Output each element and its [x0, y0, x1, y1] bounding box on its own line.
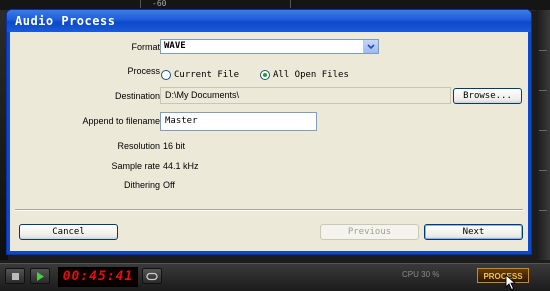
transport-bar: 00:45:41 CPU 30 % PROCESS — [0, 263, 550, 291]
format-value: WAVE — [164, 41, 186, 51]
radio-current-file-label[interactable]: Current File — [174, 70, 239, 80]
meter-tick — [290, 0, 291, 8]
sample-rate-label: Sample rate — [111, 161, 160, 171]
browse-button[interactable]: Browse... — [453, 88, 522, 104]
sample-rate-value: 44.1 kHz — [163, 161, 199, 171]
resolution-label: Resolution — [117, 141, 160, 151]
next-button[interactable]: Next — [424, 224, 523, 240]
meter-tick — [140, 0, 141, 8]
previous-button[interactable]: Previous — [320, 224, 419, 240]
dithering-label: Dithering — [123, 180, 160, 190]
append-filename-input[interactable]: Master — [160, 112, 317, 131]
play-icon — [37, 271, 44, 281]
cpu-meter: CPU 30 % — [402, 270, 440, 279]
radio-all-open-files[interactable] — [260, 70, 270, 80]
stop-icon — [11, 272, 19, 280]
loop-icon — [146, 272, 158, 280]
append-filename-label: Append to filename — [82, 116, 160, 126]
loop-button[interactable] — [142, 268, 162, 284]
process-button[interactable]: PROCESS — [477, 268, 529, 283]
radio-current-file[interactable] — [161, 70, 171, 80]
chevron-down-icon[interactable] — [363, 40, 378, 53]
dithering-value: Off — [163, 180, 175, 190]
time-display: 00:45:41 — [58, 267, 138, 287]
destination-label: Destination — [114, 91, 160, 101]
separator — [15, 209, 523, 211]
format-select[interactable]: WAVE — [160, 39, 379, 54]
resolution-value: 16 bit — [163, 141, 186, 151]
dialog-title: Audio Process — [7, 10, 531, 32]
process-label: Process — [127, 66, 160, 76]
destination-field: D:\My Documents\ — [160, 87, 451, 104]
dialog-client-area: Format WAVE Process Current File All Ope… — [10, 32, 528, 251]
play-button[interactable] — [30, 268, 50, 284]
mouse-cursor-icon — [505, 274, 517, 291]
format-label: Format — [131, 42, 160, 52]
radio-all-open-files-label[interactable]: All Open Files — [273, 70, 349, 80]
audio-process-dialog: Audio Process Format WAVE Process Curren… — [6, 9, 532, 255]
cancel-button[interactable]: Cancel — [19, 224, 118, 240]
stop-button[interactable] — [5, 268, 25, 284]
background-right-panel — [536, 10, 550, 260]
meter-label: -60 — [152, 0, 167, 8]
